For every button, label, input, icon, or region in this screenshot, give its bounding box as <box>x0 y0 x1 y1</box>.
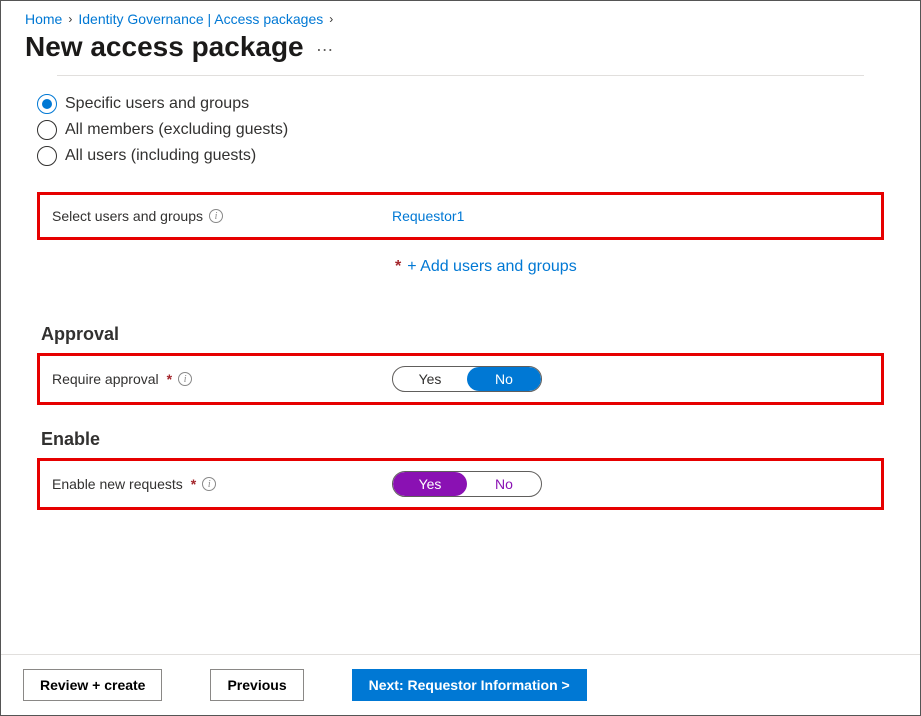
next-button[interactable]: Next: Requestor Information > <box>352 669 587 701</box>
approval-heading: Approval <box>41 324 884 345</box>
info-icon[interactable]: i <box>209 209 223 223</box>
select-users-row: Select users and groups i Requestor1 <box>37 192 884 240</box>
add-users-link[interactable]: + Add users and groups <box>407 258 576 276</box>
enable-new-requests-label: Enable new requests <box>52 476 183 492</box>
radio-specific-users[interactable]: Specific users and groups <box>37 94 884 114</box>
more-icon[interactable]: … <box>316 35 334 60</box>
require-approval-label: Require approval <box>52 371 159 387</box>
info-icon[interactable]: i <box>178 372 192 386</box>
require-approval-toggle[interactable]: Yes No <box>392 366 542 392</box>
previous-button[interactable]: Previous <box>210 669 303 701</box>
enable-new-requests-row: Enable new requests * i Yes No <box>37 458 884 510</box>
radio-label: All users (including guests) <box>65 147 256 165</box>
info-icon[interactable]: i <box>202 477 216 491</box>
breadcrumb: Home › Identity Governance | Access pack… <box>1 1 920 31</box>
enable-heading: Enable <box>41 429 884 450</box>
selected-user-value[interactable]: Requestor1 <box>392 208 464 224</box>
toggle-no[interactable]: No <box>467 367 541 391</box>
enable-new-requests-toggle[interactable]: Yes No <box>392 471 542 497</box>
wizard-footer: Review + create Previous Next: Requestor… <box>1 654 920 715</box>
radio-icon <box>37 146 57 166</box>
breadcrumb-home[interactable]: Home <box>25 11 62 27</box>
required-star-icon: * <box>395 258 401 276</box>
radio-icon <box>37 120 57 140</box>
divider <box>57 75 864 76</box>
radio-label: Specific users and groups <box>65 95 249 113</box>
toggle-no[interactable]: No <box>467 472 541 496</box>
chevron-right-icon: › <box>329 12 333 26</box>
request-scope-radio-group: Specific users and groups All members (e… <box>37 94 884 166</box>
require-approval-row: Require approval * i Yes No <box>37 353 884 405</box>
review-create-button[interactable]: Review + create <box>23 669 162 701</box>
select-users-label: Select users and groups <box>52 208 203 224</box>
radio-all-users[interactable]: All users (including guests) <box>37 146 884 166</box>
page-title: New access package <box>25 31 304 63</box>
radio-icon <box>37 94 57 114</box>
chevron-right-icon: › <box>68 12 72 26</box>
required-star-icon: * <box>167 371 172 387</box>
radio-all-members[interactable]: All members (excluding guests) <box>37 120 884 140</box>
add-users-row: * + Add users and groups <box>37 246 884 300</box>
required-star-icon: * <box>191 476 196 492</box>
breadcrumb-parent[interactable]: Identity Governance | Access packages <box>78 11 323 27</box>
toggle-yes[interactable]: Yes <box>393 472 467 496</box>
toggle-yes[interactable]: Yes <box>393 367 467 391</box>
radio-label: All members (excluding guests) <box>65 121 288 139</box>
